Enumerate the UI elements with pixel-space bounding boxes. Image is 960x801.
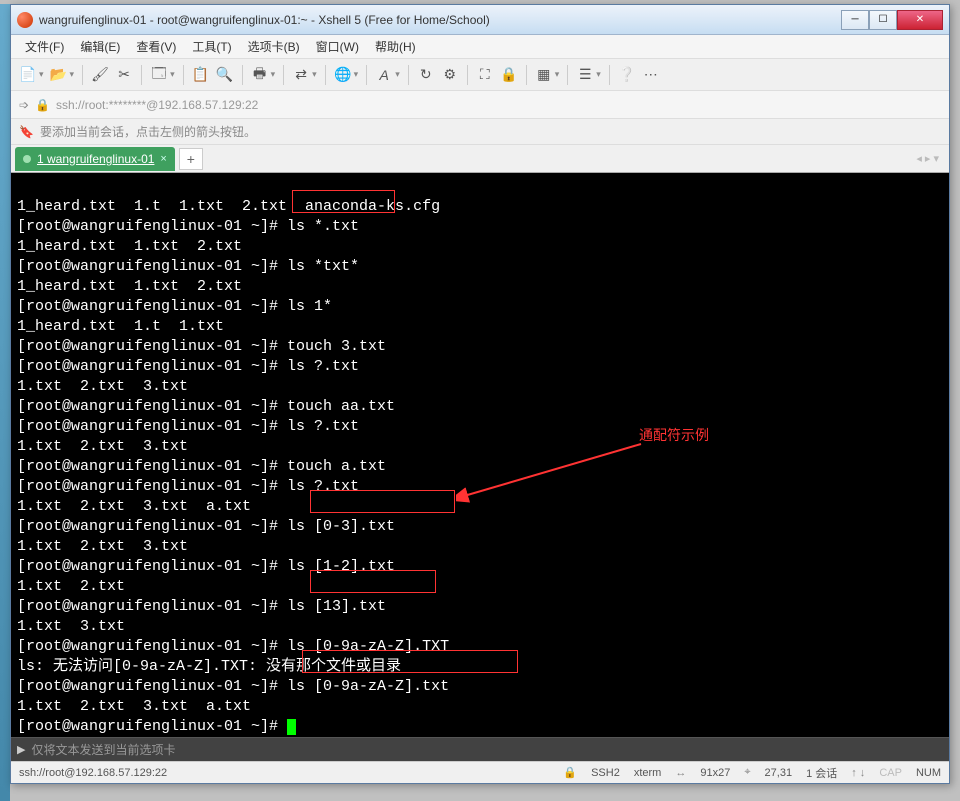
- annotation-label: 通配符示例: [639, 425, 709, 445]
- hint-bar: 🔖 要添加当前会话，点击左侧的箭头按钮。: [11, 119, 949, 145]
- menu-edit[interactable]: 编辑(E): [74, 36, 126, 57]
- menu-window[interactable]: 窗口(W): [310, 36, 365, 57]
- app-window: wangruifenglinux-01 - root@wangruifengli…: [10, 4, 950, 784]
- status-bar: ssh://root@192.168.57.129:22 🔒 SSH2 xter…: [11, 761, 949, 783]
- terminal-line: 1.txt 2.txt 3.txt: [17, 438, 188, 455]
- menu-tabs[interactable]: 选项卡(B): [242, 36, 306, 57]
- arrow-icon[interactable]: ➩: [19, 98, 29, 112]
- terminal-line: [root@wangruifenglinux-01 ~]# ls ?.txt: [17, 358, 359, 375]
- refresh-icon[interactable]: ↻: [415, 64, 437, 86]
- font-icon[interactable]: A: [373, 64, 395, 86]
- disconnect-icon[interactable]: ✂: [113, 64, 135, 86]
- terminal-line: [root@wangruifenglinux-01 ~]# touch a.tx…: [17, 458, 386, 475]
- address-bar: ➩ 🔒 ssh://root:********@192.168.57.129:2…: [11, 91, 949, 119]
- tab-bar: 1 wangruifenglinux-01 × + ◂ ▸ ▾: [11, 145, 949, 173]
- status-term: xterm: [634, 767, 662, 779]
- menu-help[interactable]: 帮助(H): [369, 36, 422, 57]
- reconnect-icon[interactable]: 🖌: [89, 64, 111, 86]
- size-icon: ↔: [675, 767, 686, 779]
- terminal-line: [root@wangruifenglinux-01 ~]# ls [0-3].t…: [17, 518, 395, 535]
- paste-icon[interactable]: 🔍: [214, 64, 236, 86]
- copy-icon[interactable]: 📋: [190, 64, 212, 86]
- fullscreen-icon[interactable]: ⛶: [474, 64, 496, 86]
- tab-nav[interactable]: ◂ ▸ ▾: [916, 152, 945, 165]
- session-tab[interactable]: 1 wangruifenglinux-01 ×: [15, 147, 175, 171]
- help-icon[interactable]: ❔: [616, 64, 638, 86]
- status-sessions: 1 会话: [806, 765, 837, 781]
- transfer-icon[interactable]: ⇄: [290, 64, 312, 86]
- terminal-line: 1_heard.txt 1.txt 2.txt: [17, 238, 242, 255]
- tab-label: 1 wangruifenglinux-01: [37, 152, 154, 166]
- ssh-lock-icon: 🔒: [563, 766, 577, 779]
- terminal-line: [root@wangruifenglinux-01 ~]# touch aa.t…: [17, 398, 395, 415]
- terminal-line: [root@wangruifenglinux-01 ~]# ls [0-9a-z…: [17, 638, 449, 655]
- new-session-icon[interactable]: 📄: [17, 64, 39, 86]
- terminal-line: [root@wangruifenglinux-01 ~]# ls ?.txt: [17, 418, 359, 435]
- open-icon[interactable]: 📂: [48, 64, 70, 86]
- terminal-line: [root@wangruifenglinux-01 ~]#: [17, 718, 287, 735]
- window-title: wangruifenglinux-01 - root@wangruifengli…: [39, 13, 841, 27]
- terminal-line: 1_heard.txt 1.txt 2.txt: [17, 278, 242, 295]
- about-icon[interactable]: ⋯: [640, 64, 662, 86]
- annotation-arrow-icon: [456, 441, 646, 503]
- menu-tools[interactable]: 工具(T): [186, 36, 237, 57]
- print-icon[interactable]: 🖶: [249, 64, 271, 86]
- properties-icon[interactable]: 🗔: [148, 64, 170, 86]
- close-button[interactable]: ✕: [897, 10, 943, 30]
- settings-icon[interactable]: ⚙: [439, 64, 461, 86]
- terminal-line: 1.txt 2.txt 3.txt a.txt: [17, 698, 251, 715]
- terminal-line: [root@wangruifenglinux-01 ~]# ls [13].tx…: [17, 598, 386, 615]
- tile-icon[interactable]: ▦: [533, 64, 555, 86]
- terminal[interactable]: 1_heard.txt 1.t 1.txt 2.txt anaconda-ks.…: [11, 173, 949, 737]
- status-pos: 27,31: [765, 767, 793, 779]
- terminal-line: 1_heard.txt 1.t 1.txt: [17, 318, 224, 335]
- new-tab-button[interactable]: +: [179, 148, 203, 170]
- layout-icon[interactable]: ☰: [574, 64, 596, 86]
- globe-icon[interactable]: 🌐: [332, 64, 354, 86]
- status-caps: CAP: [879, 767, 902, 779]
- compose-bar[interactable]: ▶ 仅将文本发送到当前选项卡: [11, 737, 949, 761]
- status-size: 91x27: [700, 767, 730, 779]
- ssl-lock-icon: 🔒: [35, 98, 50, 112]
- status-num: NUM: [916, 767, 941, 779]
- pos-icon: ⌖: [744, 766, 750, 779]
- terminal-line: 1.txt 2.txt 3.txt: [17, 538, 188, 555]
- terminal-line: [root@wangruifenglinux-01 ~]# touch 3.tx…: [17, 338, 386, 355]
- terminal-line: 1.txt 2.txt: [17, 578, 125, 595]
- minimize-button[interactable]: ─: [841, 10, 869, 30]
- toolbar: 📄▾ 📂▾ 🖌 ✂ 🗔▾ 📋 🔍 🖶▾ ⇄▾ 🌐▾ A▾ ↻ ⚙ ⛶ 🔒 ▦▾ …: [11, 59, 949, 91]
- menubar: 文件(F) 编辑(E) 查看(V) 工具(T) 选项卡(B) 窗口(W) 帮助(…: [11, 35, 949, 59]
- terminal-line: 1.txt 2.txt 3.txt a.txt: [17, 498, 251, 515]
- terminal-line: 1.txt 2.txt 3.txt: [17, 378, 188, 395]
- status-dot-icon: [23, 155, 31, 163]
- tab-close-icon[interactable]: ×: [160, 153, 166, 165]
- terminal-line: 1_heard.txt 1.t 1.txt 2.txt anaconda-ks.…: [17, 198, 440, 215]
- terminal-line: ls: 无法访问[0-9a-zA-Z].TXT: 没有那个文件或目录: [17, 658, 401, 675]
- terminal-line: 1.txt 3.txt: [17, 618, 125, 635]
- maximize-button[interactable]: ☐: [869, 10, 897, 30]
- terminal-line: [root@wangruifenglinux-01 ~]# ls *txt*: [17, 258, 359, 275]
- menu-file[interactable]: 文件(F): [19, 36, 70, 57]
- send-mode-icon[interactable]: ▶: [17, 743, 25, 756]
- terminal-line: [root@wangruifenglinux-01 ~]# ls 1*: [17, 298, 332, 315]
- cursor: [287, 719, 296, 735]
- terminal-line: [root@wangruifenglinux-01 ~]# ls [1-2].t…: [17, 558, 395, 575]
- lock-icon[interactable]: 🔒: [498, 64, 520, 86]
- status-ssh: SSH2: [591, 767, 620, 779]
- app-icon: [17, 12, 33, 28]
- updown-icon: ↑ ↓: [851, 767, 865, 779]
- menu-view[interactable]: 查看(V): [130, 36, 182, 57]
- titlebar[interactable]: wangruifenglinux-01 - root@wangruifengli…: [11, 5, 949, 35]
- terminal-line: [root@wangruifenglinux-01 ~]# ls ?.txt: [17, 478, 359, 495]
- terminal-line: [root@wangruifenglinux-01 ~]# ls *.txt: [17, 218, 359, 235]
- address-url[interactable]: ssh://root:********@192.168.57.129:22: [56, 98, 941, 112]
- hint-text: 要添加当前会话，点击左侧的箭头按钮。: [40, 123, 256, 140]
- status-connection: ssh://root@192.168.57.129:22: [19, 767, 167, 779]
- compose-placeholder: 仅将文本发送到当前选项卡: [31, 741, 175, 758]
- terminal-line: [root@wangruifenglinux-01 ~]# ls [0-9a-z…: [17, 678, 449, 695]
- bookmark-icon[interactable]: 🔖: [19, 125, 34, 139]
